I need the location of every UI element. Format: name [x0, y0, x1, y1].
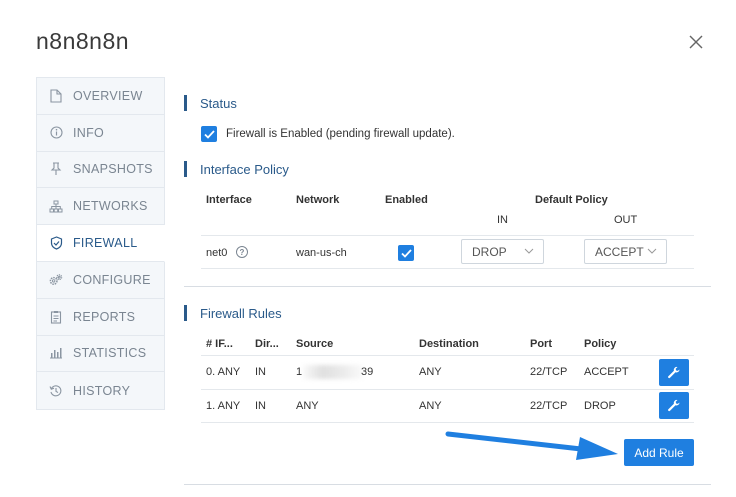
selected-value: DROP [472, 244, 507, 259]
firewall-status-text: Firewall is Enabled (pending firewall up… [226, 128, 455, 140]
section-separator [184, 484, 711, 485]
section-accent-bar [184, 95, 187, 111]
gears-icon [49, 273, 63, 287]
row-divider [201, 268, 694, 269]
row-divider [201, 422, 694, 423]
interface-name: net0 [206, 247, 228, 259]
firewall-rules-heading: Firewall Rules [184, 305, 282, 321]
row-divider [201, 389, 694, 390]
section-separator [184, 286, 711, 287]
sidebar-item-reports[interactable]: REPORTS [37, 299, 164, 336]
column-header-destination: Destination [419, 338, 479, 350]
firewall-status: Firewall is Enabled (pending firewall up… [201, 126, 455, 142]
sidebar-item-label: CONFIGURE [73, 272, 151, 287]
rule-destination: ANY [419, 366, 442, 378]
rule-source-end: 39 [361, 366, 374, 378]
sidebar-item-statistics[interactable]: STATISTICS [37, 336, 164, 373]
column-header-network: Network [296, 194, 340, 206]
selected-value: ACCEPT [595, 244, 644, 259]
section-title: Interface Policy [200, 161, 289, 177]
column-header-default-policy: Default Policy [535, 194, 608, 206]
bar-chart-icon [49, 346, 63, 360]
sidebar-item-label: INFO [73, 125, 105, 140]
default-policy-in-select[interactable]: DROP [461, 239, 544, 264]
rule-port: 22/TCP [530, 400, 568, 412]
clipboard-icon [49, 310, 63, 324]
firewall-enabled-checkbox[interactable] [201, 126, 217, 142]
sidebar-item-label: OVERVIEW [73, 88, 143, 103]
rule-policy: DROP [584, 400, 616, 412]
rule-source: ANY [296, 400, 319, 412]
sidebar-item-history[interactable]: HISTORY [37, 372, 164, 409]
section-title: Status [200, 95, 237, 111]
close-icon[interactable] [688, 34, 704, 50]
history-icon [49, 384, 63, 398]
section-accent-bar [184, 305, 187, 321]
section-title: Firewall Rules [200, 305, 282, 321]
sidebar-item-label: REPORTS [73, 309, 136, 324]
shield-icon [49, 236, 63, 250]
column-header-interface: Interface [206, 194, 252, 206]
rule-policy: ACCEPT [584, 366, 629, 378]
column-header-out: OUT [614, 214, 638, 226]
row-divider [201, 355, 694, 356]
sidebar-item-firewall[interactable]: FIREWALL [37, 225, 165, 262]
sidebar-item-overview[interactable]: OVERVIEW [37, 78, 164, 115]
rule-direction: IN [255, 400, 266, 412]
chevron-down-icon [647, 248, 657, 254]
column-header-enabled: Enabled [385, 194, 428, 206]
pin-icon [49, 162, 63, 176]
sidebar-item-label: NETWORKS [73, 199, 148, 214]
chevron-down-icon [524, 248, 534, 254]
rule-port: 22/TCP [530, 366, 568, 378]
sidebar-item-snapshots[interactable]: SNAPSHOTS [37, 152, 164, 189]
wrench-icon [668, 399, 680, 411]
rule-source-start: 1 [296, 366, 303, 378]
sidebar-item-label: HISTORY [73, 383, 131, 398]
rule-interface: 1. ANY [206, 400, 241, 412]
sidebar-item-label: FIREWALL [73, 236, 138, 251]
sidebar-item-info[interactable]: INFO [37, 115, 164, 152]
add-rule-button[interactable]: Add Rule [624, 439, 694, 466]
document-icon [49, 89, 63, 103]
default-policy-out-select[interactable]: ACCEPT [584, 239, 667, 264]
column-header-source: Source [296, 338, 334, 350]
status-section-heading: Status [184, 95, 237, 111]
column-header-in: IN [497, 214, 508, 226]
edit-rule-button[interactable] [659, 392, 689, 419]
section-accent-bar [184, 161, 187, 177]
sidebar-item-configure[interactable]: CONFIGURE [37, 262, 164, 299]
column-header-direction: Dir... [255, 338, 279, 350]
interface-policy-heading: Interface Policy [184, 161, 289, 177]
rule-interface: 0. ANY [206, 366, 241, 378]
rule-direction: IN [255, 366, 266, 378]
sidebar-nav: OVERVIEW INFO SNAPSHOTS NETWORKS FIREWAL… [36, 77, 165, 411]
info-icon [49, 126, 63, 140]
sidebar-item-label: STATISTICS [73, 346, 147, 361]
column-header-policy: Policy [584, 338, 617, 350]
rule-destination: ANY [419, 400, 442, 412]
column-header-port: Port [530, 338, 552, 350]
redacted-source [303, 365, 363, 379]
network-icon [49, 199, 63, 213]
interface-network: wan-us-ch [296, 247, 347, 259]
dialog-title: n8n8n8n [36, 28, 130, 54]
row-divider [201, 235, 694, 236]
annotation-arrow-icon [445, 431, 618, 460]
edit-rule-button[interactable] [659, 359, 689, 386]
wrench-icon [668, 366, 680, 378]
sidebar-item-label: SNAPSHOTS [73, 162, 153, 177]
interface-enabled-checkbox[interactable] [398, 245, 414, 261]
sidebar-item-networks[interactable]: NETWORKS [37, 188, 164, 226]
help-icon[interactable]: ? [236, 246, 248, 258]
column-header-interface: # IF... [206, 338, 233, 350]
